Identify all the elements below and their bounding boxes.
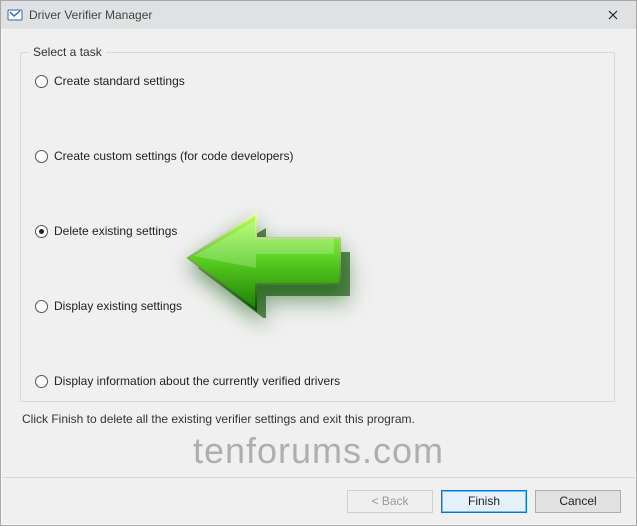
- radio-display-existing[interactable]: [35, 300, 48, 313]
- option-label: Create standard settings: [54, 74, 185, 88]
- dialog-window: Driver Verifier Manager Select a task Cr…: [0, 0, 637, 526]
- back-button: < Back: [347, 490, 433, 513]
- window-title: Driver Verifier Manager: [29, 8, 152, 22]
- option-delete-existing[interactable]: Delete existing settings: [35, 221, 600, 241]
- option-create-standard[interactable]: Create standard settings: [35, 71, 600, 91]
- option-label: Delete existing settings: [54, 224, 177, 238]
- cancel-button[interactable]: Cancel: [535, 490, 621, 513]
- option-label: Create custom settings (for code develop…: [54, 149, 293, 163]
- option-display-existing[interactable]: Display existing settings: [35, 296, 600, 316]
- close-button[interactable]: [590, 1, 636, 28]
- task-options: Create standard settings Create custom s…: [35, 71, 600, 391]
- radio-delete-existing[interactable]: [35, 225, 48, 238]
- hint-text: Click Finish to delete all the existing …: [22, 412, 415, 426]
- watermark-text: tenforums.com: [2, 430, 635, 472]
- groupbox-legend: Select a task: [29, 45, 106, 59]
- option-display-information[interactable]: Display information about the currently …: [35, 371, 600, 391]
- client-area: Select a task Create standard settings C…: [2, 30, 635, 524]
- option-label: Display information about the currently …: [54, 374, 340, 388]
- radio-display-information[interactable]: [35, 375, 48, 388]
- radio-create-custom[interactable]: [35, 150, 48, 163]
- app-icon: [7, 7, 23, 23]
- radio-create-standard[interactable]: [35, 75, 48, 88]
- title-bar: Driver Verifier Manager: [1, 1, 636, 29]
- option-label: Display existing settings: [54, 299, 182, 313]
- finish-button[interactable]: Finish: [441, 490, 527, 513]
- button-bar: < Back Finish Cancel: [2, 477, 635, 524]
- option-create-custom[interactable]: Create custom settings (for code develop…: [35, 146, 600, 166]
- task-groupbox: Select a task Create standard settings C…: [20, 52, 615, 402]
